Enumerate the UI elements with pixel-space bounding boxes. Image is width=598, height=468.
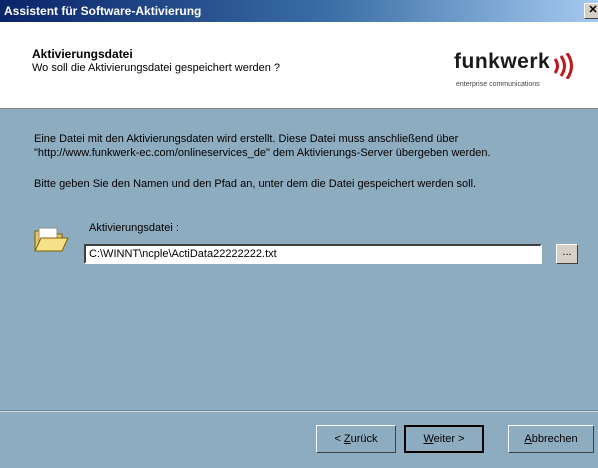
next-button-mnemonic: W [423, 433, 434, 445]
title-bar[interactable]: Assistent für Software-Aktivierung ✕ [0, 0, 598, 22]
signal-waves-icon [553, 53, 573, 79]
cancel-button[interactable]: Abbrechen [508, 425, 594, 453]
close-button[interactable]: ✕ [584, 3, 598, 19]
cancel-button-mnemonic: A [524, 433, 532, 445]
instruction-text: Bitte geben Sie den Namen und den Pfad a… [34, 178, 477, 190]
logo-subtitle: enterprise communications [456, 81, 540, 88]
page-title: Aktivierungsdatei [32, 47, 133, 61]
back-button[interactable]: < Zurück [316, 425, 396, 453]
browse-button[interactable]: ... [556, 244, 578, 264]
window-title: Assistent für Software-Aktivierung [4, 4, 202, 18]
page-subtitle: Wo soll die Aktivierungsdatei gespeicher… [32, 62, 281, 74]
funkwerk-logo: funkwerk enterprise communications [454, 50, 578, 94]
logo-brand: funkwerk [454, 50, 551, 73]
back-button-mnemonic: Z [343, 433, 351, 445]
description-line-2: "http://www.funkwerk-ec.com/onlineservic… [34, 147, 491, 159]
field-label: Aktivierungsdatei : [89, 222, 179, 234]
next-button-label: eiter > [433, 433, 465, 445]
activation-file-path-input[interactable] [84, 244, 542, 264]
open-folder-icon [34, 227, 69, 252]
back-button-prefix: < [334, 433, 344, 445]
next-button[interactable]: Weiter > [404, 425, 484, 453]
button-separator [0, 410, 598, 412]
cancel-button-label: bbrechen [531, 433, 578, 445]
wizard-header: Aktivierungsdatei Wo soll die Aktivierun… [0, 22, 598, 109]
back-button-label: urück [350, 433, 378, 445]
description-line-1: Eine Datei mit den Aktivierungsdaten wir… [34, 133, 459, 145]
